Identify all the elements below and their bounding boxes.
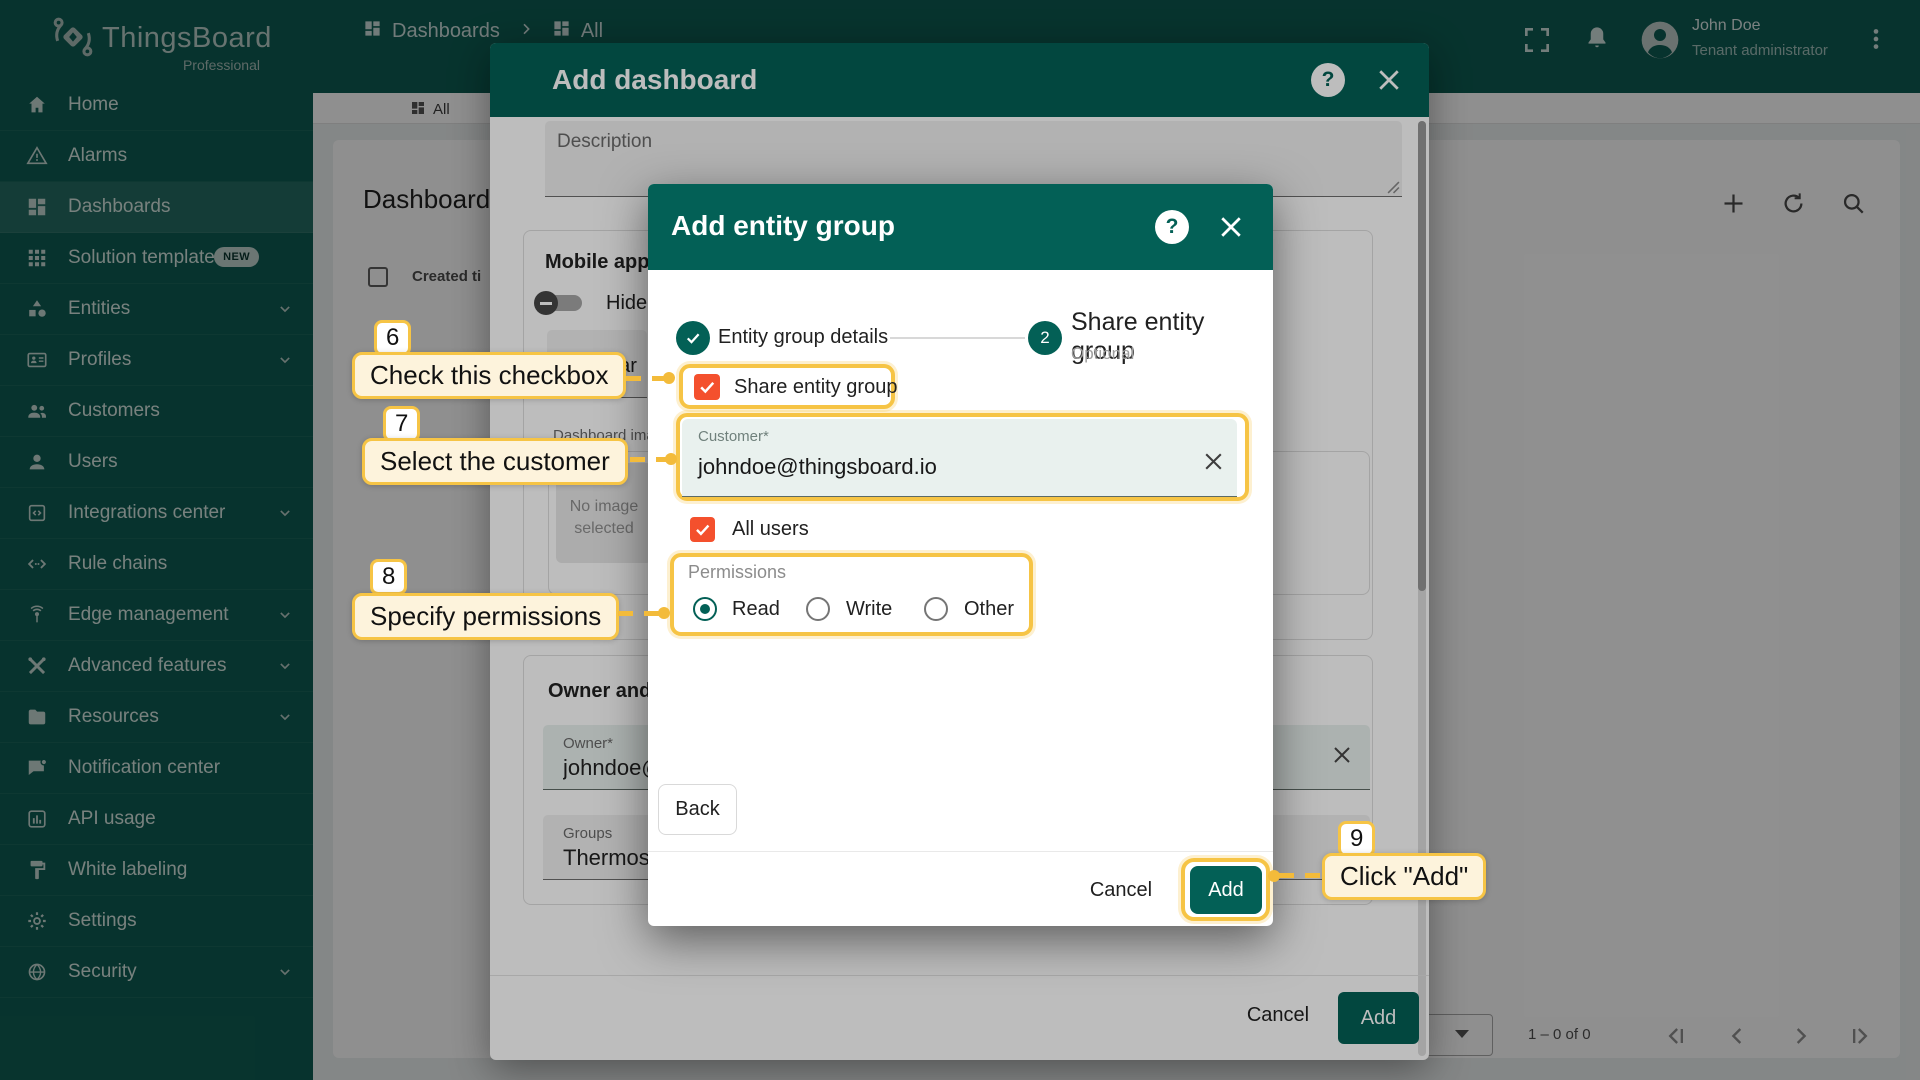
- all-users-label[interactable]: All users: [732, 518, 809, 541]
- close-icon[interactable]: [1216, 212, 1246, 247]
- screen: ThingsBoard Professional Dashboards All …: [0, 0, 1920, 1080]
- callout-6-number: 6: [374, 320, 411, 356]
- callout-7-number: 7: [383, 406, 420, 442]
- callout-9-number: 9: [1338, 821, 1375, 857]
- clear-customer-icon[interactable]: [1201, 449, 1226, 479]
- share-entity-group-checkbox[interactable]: [694, 374, 720, 400]
- callout-8-dot: [658, 607, 670, 619]
- callout-9-label: Click "Add": [1322, 853, 1486, 900]
- radio-other[interactable]: [924, 597, 948, 621]
- callout-6-label: Check this checkbox: [352, 352, 626, 399]
- radio-write[interactable]: [806, 597, 830, 621]
- step1-label[interactable]: Entity group details: [718, 326, 888, 349]
- entity-add-button[interactable]: Add: [1190, 866, 1262, 914]
- callout-7-connector: [630, 457, 670, 462]
- radio-read[interactable]: [693, 597, 717, 621]
- stepper-connector: [890, 337, 1025, 339]
- callout-8-label: Specify permissions: [352, 593, 619, 640]
- callout-8-number: 8: [370, 559, 407, 595]
- radio-write-label[interactable]: Write: [846, 598, 892, 621]
- footer-divider: [648, 851, 1273, 852]
- permissions-label: Permissions: [688, 562, 786, 583]
- callout-6-connector: [626, 376, 668, 381]
- callout-7-dot: [665, 453, 677, 465]
- step1-done-icon: [676, 321, 710, 355]
- callout-9-dot: [1268, 870, 1280, 882]
- customer-value: johndoe@thingsboard.io: [698, 454, 937, 480]
- entity-cancel-button[interactable]: Cancel: [1076, 879, 1166, 902]
- all-users-checkbox[interactable]: [690, 517, 715, 542]
- step2-circle: 2: [1028, 321, 1062, 355]
- help-icon[interactable]: ?: [1155, 210, 1189, 244]
- radio-other-label[interactable]: Other: [964, 598, 1014, 621]
- callout-8-connector: [618, 611, 663, 616]
- customer-label: Customer*: [698, 428, 769, 445]
- callout-9-connector: [1279, 873, 1324, 878]
- callout-7-label: Select the customer: [362, 438, 628, 485]
- add-entity-group-dialog: Add entity group ? Entity group details …: [648, 184, 1273, 926]
- callout-6-dot: [663, 372, 675, 384]
- add-entity-group-title: Add entity group: [671, 210, 895, 242]
- share-checkbox-label[interactable]: Share entity group: [734, 376, 897, 399]
- step2-optional: Optional: [1071, 344, 1134, 364]
- radio-read-label[interactable]: Read: [732, 598, 780, 621]
- back-button[interactable]: Back: [658, 784, 737, 835]
